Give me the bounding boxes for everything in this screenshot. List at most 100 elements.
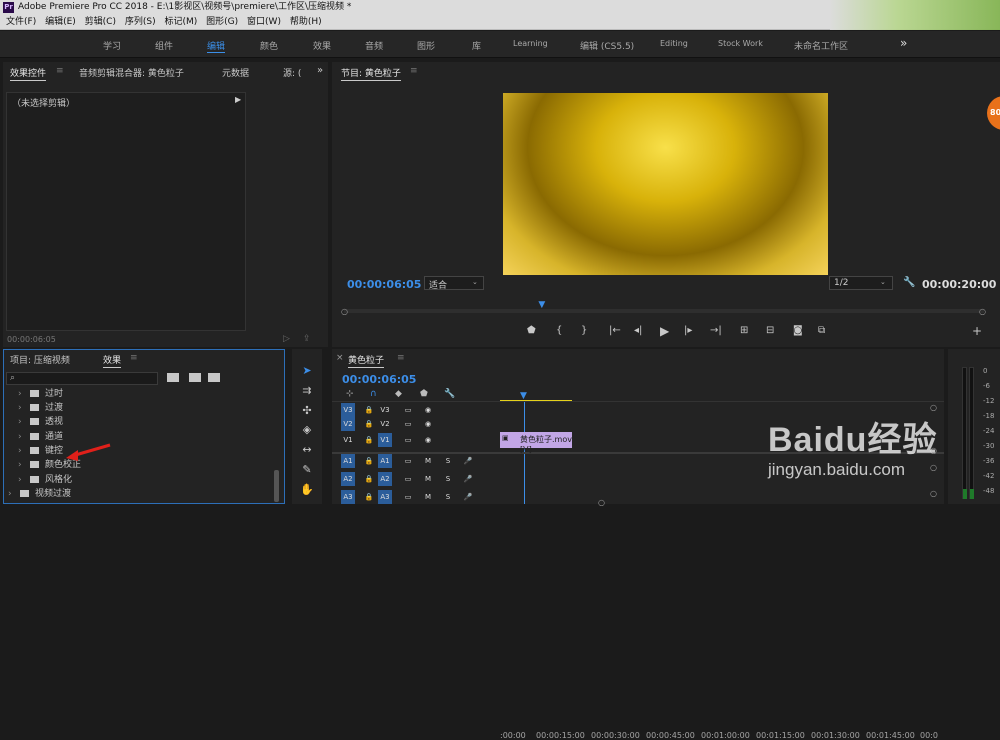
- workspace-assembly[interactable]: 组件: [155, 39, 173, 52]
- workspace-libraries[interactable]: 库: [472, 39, 481, 52]
- video-clip[interactable]: ▣ 黄色粒子.mov [V]: [500, 432, 572, 454]
- play-icon[interactable]: ▶: [660, 324, 669, 338]
- camera-icon[interactable]: ◙: [793, 325, 803, 336]
- sync-lock-icon[interactable]: ▭: [401, 403, 415, 417]
- track-name-v2[interactable]: V2: [378, 417, 392, 431]
- mark-out-icon[interactable]: }: [581, 325, 587, 336]
- workspace-editing-en[interactable]: Editing: [660, 39, 688, 48]
- track-scroll-handle[interactable]: ○: [930, 489, 937, 498]
- effects-folder-item[interactable]: › 风格化: [18, 474, 72, 487]
- tab-effect-controls[interactable]: 效果控件: [10, 66, 47, 81]
- resolution-select[interactable]: 1/2 ⌄: [829, 276, 893, 290]
- effects-scrollbar[interactable]: [274, 470, 279, 502]
- expand-arrow-icon[interactable]: ▶: [235, 95, 241, 104]
- mute-button[interactable]: M: [421, 472, 435, 486]
- solo-button[interactable]: S: [441, 490, 455, 504]
- lock-icon[interactable]: 🔒: [362, 433, 376, 447]
- track-source-a2[interactable]: A2: [341, 472, 355, 486]
- menu-window[interactable]: 窗口(W): [247, 17, 281, 27]
- slip-tool-icon[interactable]: ↔: [298, 442, 316, 458]
- add-marker-icon[interactable]: ⬟: [527, 325, 536, 336]
- selection-tool-icon[interactable]: ➤: [298, 363, 316, 379]
- track-scroll-handle[interactable]: ○: [930, 463, 937, 472]
- track-name-a2[interactable]: A2: [378, 472, 392, 486]
- floating-badge[interactable]: 80: [987, 96, 1000, 130]
- wrench-icon[interactable]: 🔧: [903, 277, 915, 288]
- mark-in-icon[interactable]: {: [556, 325, 562, 336]
- sequence-menu-icon[interactable]: ≡: [397, 353, 405, 363]
- hand-tool-icon[interactable]: ✋: [298, 482, 316, 498]
- workspace-learn[interactable]: 学习: [103, 39, 121, 52]
- tab-audio-clip-mixer[interactable]: 音频剪辑混合器: 黄色粒子: [79, 66, 184, 79]
- effects-folder-video-transitions[interactable]: › 视频过渡: [8, 488, 71, 501]
- sequence-tab[interactable]: 黄色粒子: [348, 353, 385, 368]
- workspace-effects[interactable]: 效果: [313, 39, 331, 52]
- accelerated-effects-icon[interactable]: [167, 373, 179, 382]
- linked-selection-icon[interactable]: ∩: [370, 389, 377, 399]
- microphone-icon[interactable]: 🎤: [461, 472, 475, 486]
- solo-button[interactable]: S: [441, 472, 455, 486]
- menu-clip[interactable]: 剪辑(C): [85, 17, 116, 27]
- scrub-start-handle[interactable]: ○: [341, 307, 348, 316]
- tab-effects[interactable]: 效果: [103, 353, 122, 368]
- workspace-graphics[interactable]: 图形: [417, 39, 435, 52]
- track-target-v3[interactable]: V3: [341, 403, 355, 417]
- filter-icon[interactable]: ▷: [283, 334, 290, 344]
- lock-icon[interactable]: 🔒: [362, 403, 376, 417]
- extract-icon[interactable]: ⊟: [766, 325, 774, 336]
- track-source-a3[interactable]: A3: [341, 490, 355, 504]
- track-name-a1[interactable]: A1: [378, 454, 392, 468]
- effects-folder-item-keying[interactable]: › 键控: [18, 445, 63, 458]
- eye-icon[interactable]: ◉: [421, 403, 435, 417]
- workspace-audio[interactable]: 音频: [365, 39, 383, 52]
- razor-tool-icon[interactable]: ◈: [298, 422, 316, 438]
- yuv-effects-icon[interactable]: [208, 373, 220, 382]
- sync-lock-icon[interactable]: ▭: [401, 472, 415, 486]
- snap-icon[interactable]: ⊹: [346, 389, 354, 399]
- mute-button[interactable]: M: [421, 454, 435, 468]
- mute-button[interactable]: M: [421, 490, 435, 504]
- track-name-v3[interactable]: V3: [378, 403, 392, 417]
- sync-lock-icon[interactable]: ▭: [401, 417, 415, 431]
- timeline-scroll-handle[interactable]: ○: [598, 498, 605, 507]
- menu-sequence[interactable]: 序列(S): [125, 17, 156, 27]
- step-back-icon[interactable]: ◂|: [634, 325, 642, 336]
- track-source-a1[interactable]: A1: [341, 454, 355, 468]
- ripple-edit-tool-icon[interactable]: ✣: [298, 403, 316, 419]
- workspace-learning-en[interactable]: Learning: [513, 39, 548, 48]
- fit-select[interactable]: 适合 ⌄: [424, 276, 484, 291]
- program-playhead-marker[interactable]: ▼: [538, 300, 545, 310]
- menu-graphics[interactable]: 图形(G): [206, 17, 238, 27]
- microphone-icon[interactable]: 🎤: [461, 490, 475, 504]
- lock-icon[interactable]: 🔒: [362, 417, 376, 431]
- track-scroll-handle[interactable]: ○: [930, 403, 937, 412]
- workspace-stock-work[interactable]: Stock Work: [718, 39, 763, 48]
- program-menu-icon[interactable]: ≡: [410, 66, 418, 76]
- workspace-color[interactable]: 颜色: [260, 39, 278, 52]
- effects-folder-item[interactable]: › 通道: [18, 431, 63, 444]
- track-name-a3[interactable]: A3: [378, 490, 392, 504]
- lock-icon[interactable]: 🔒: [362, 454, 376, 468]
- microphone-icon[interactable]: 🎤: [461, 454, 475, 468]
- tab-project[interactable]: 项目: 压缩视频: [10, 353, 70, 366]
- workspace-more-button[interactable]: »: [900, 36, 907, 50]
- comparison-view-icon[interactable]: ⧉: [818, 325, 825, 336]
- 32bit-effects-icon[interactable]: [189, 373, 201, 382]
- sync-lock-icon[interactable]: ▭: [401, 454, 415, 468]
- add-button-icon[interactable]: +: [972, 324, 982, 338]
- go-to-out-icon[interactable]: →|: [710, 325, 722, 336]
- track-select-tool-icon[interactable]: ⇉: [298, 383, 316, 399]
- track-name-v1[interactable]: V1: [378, 433, 392, 447]
- scrub-end-handle[interactable]: ○: [979, 307, 986, 316]
- tab-metadata[interactable]: 元数据: [222, 66, 249, 79]
- workspace-editing[interactable]: 编辑: [207, 39, 226, 53]
- tab-menu-icon[interactable]: ≡: [56, 66, 64, 76]
- effects-folder-item[interactable]: › 过时: [18, 388, 63, 401]
- panel-overflow-icon[interactable]: »: [317, 65, 323, 76]
- program-scrub-bar[interactable]: [344, 309, 984, 313]
- program-current-timecode[interactable]: 00:00:06:05: [347, 278, 421, 291]
- solo-button[interactable]: S: [441, 454, 455, 468]
- program-monitor-title[interactable]: 节目: 黄色粒子: [341, 66, 401, 81]
- close-tab-icon[interactable]: ×: [336, 353, 344, 363]
- menu-file[interactable]: 文件(F): [6, 17, 36, 27]
